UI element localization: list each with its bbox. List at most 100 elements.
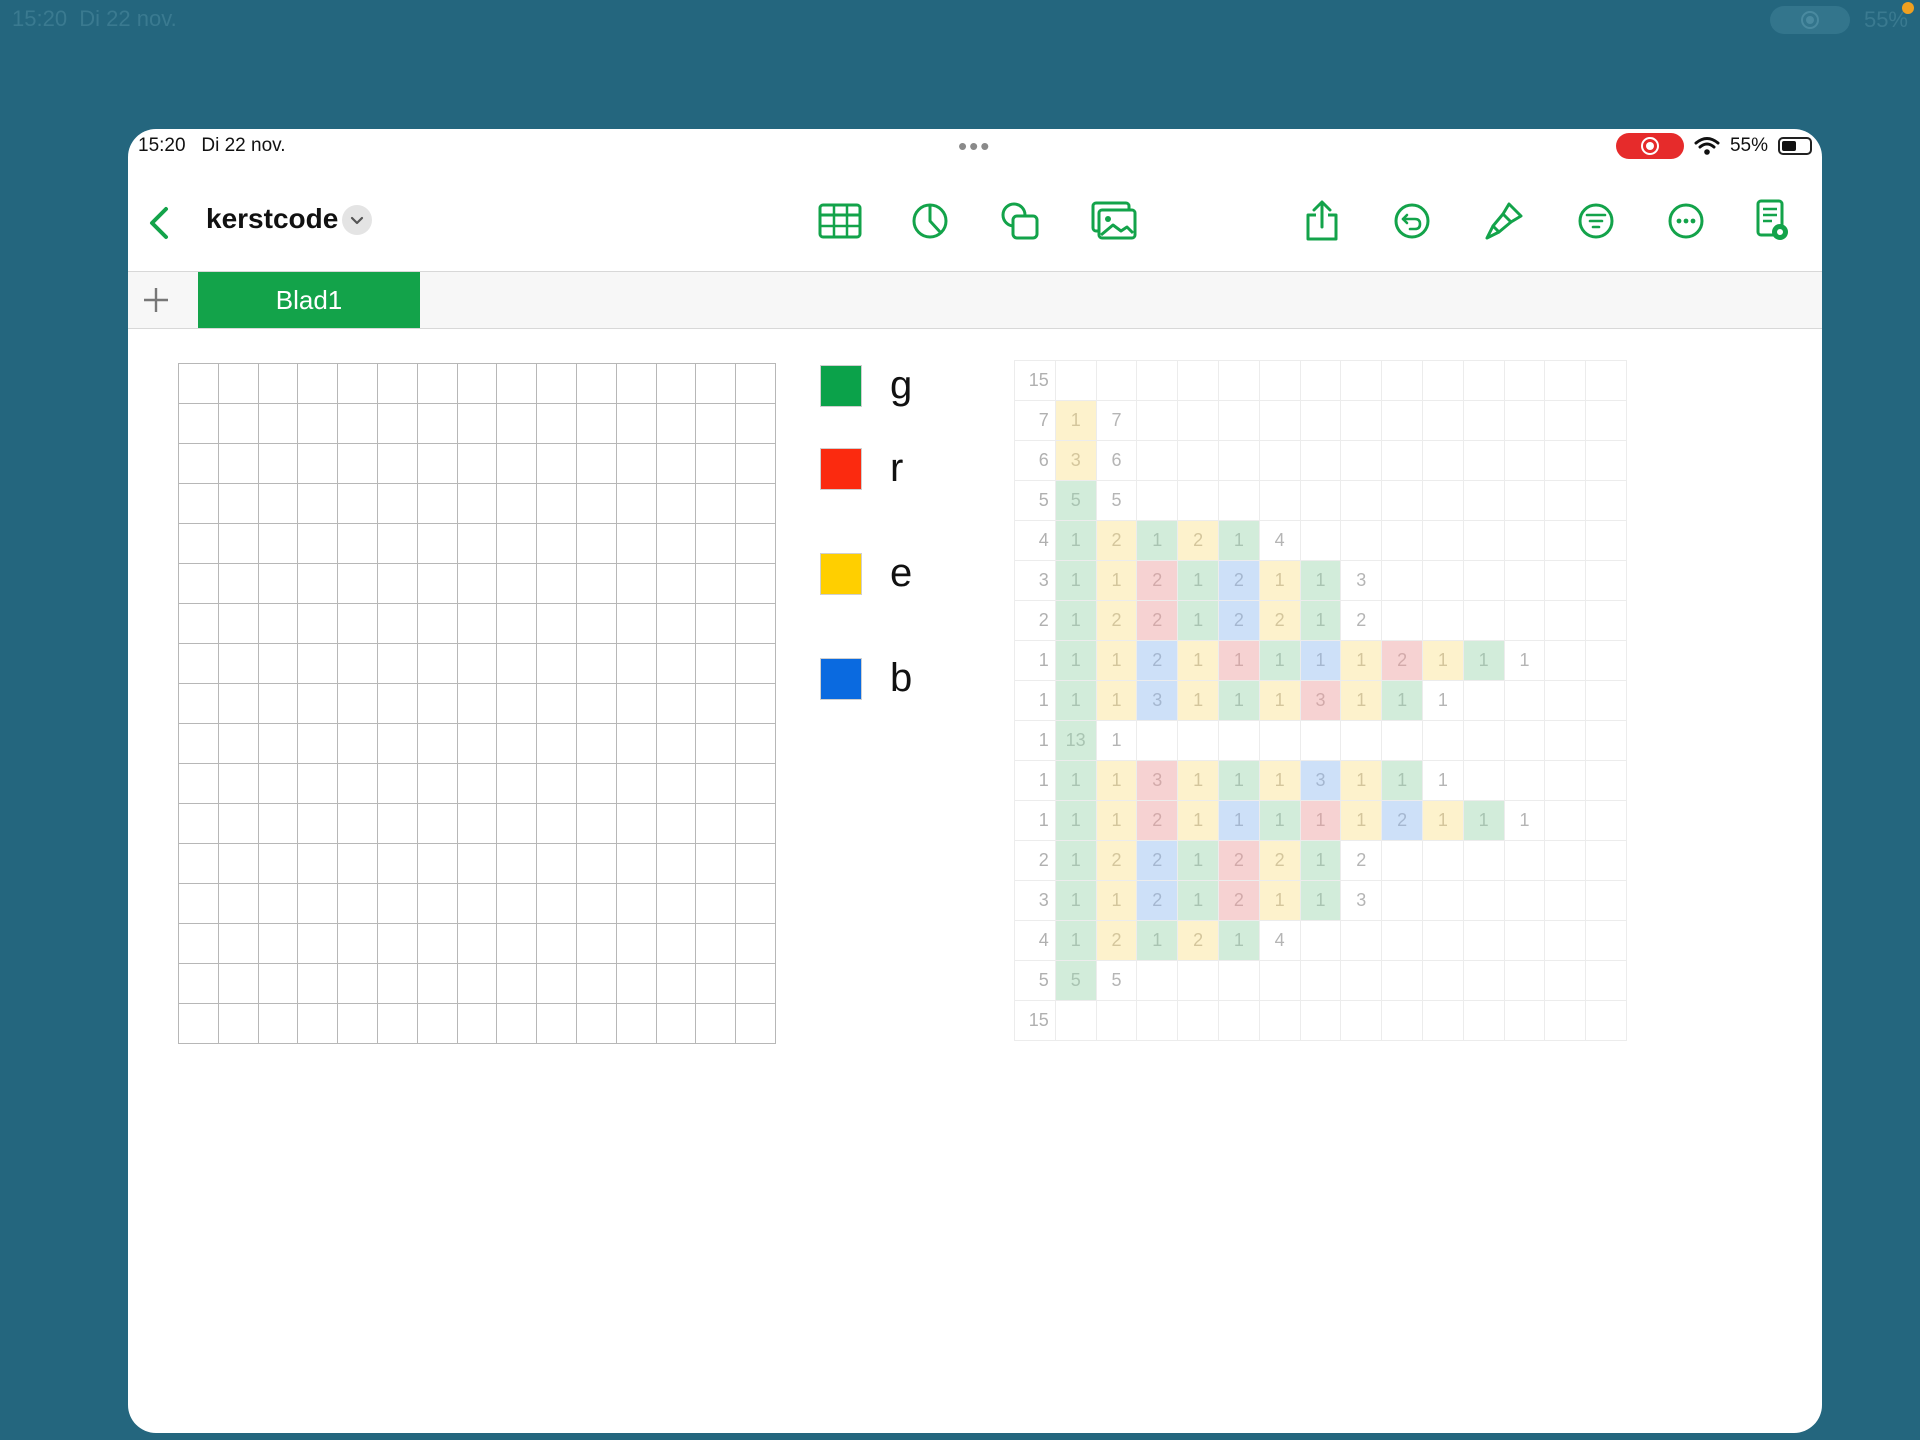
clue-cell-empty[interactable] [1177,720,1219,761]
clue-cell-e[interactable]: 2 [1095,920,1138,961]
grid-cell[interactable] [257,843,299,884]
grid-cell[interactable] [297,403,339,444]
grid-cell[interactable] [655,763,697,804]
clue-cell-empty[interactable] [1381,400,1423,441]
back-button[interactable] [144,203,176,243]
more-button[interactable] [1662,197,1710,245]
grid-cell[interactable] [615,483,657,524]
grid-cell[interactable] [496,723,538,764]
clue-cell-empty[interactable] [1054,1000,1097,1041]
grid-cell[interactable] [655,603,697,644]
grid-cell[interactable] [575,563,617,604]
clue-cell-empty[interactable] [1462,400,1505,441]
clue-cell-empty[interactable] [1381,880,1423,921]
grid-cell[interactable] [456,883,498,924]
clue-row-count[interactable]: 3 [1014,560,1056,601]
grid-cell[interactable] [536,763,577,804]
clue-cell-total[interactable]: 1 [1503,800,1546,841]
clue-cell-e[interactable]: 1 [1340,640,1383,681]
clue-cell-empty[interactable] [1258,360,1301,401]
clue-row-count[interactable]: 5 [1014,960,1056,1001]
grid-cell[interactable] [615,523,657,564]
clue-cell-empty[interactable] [1462,440,1505,481]
grid-cell[interactable] [575,923,617,964]
grid-cell[interactable] [297,643,339,684]
grid-cell[interactable] [735,843,776,884]
clue-cell-e[interactable]: 1 [1421,640,1464,681]
grid-cell[interactable] [416,523,458,564]
clue-cell-g[interactable]: 1 [1258,800,1301,841]
grid-cell[interactable] [337,963,378,1004]
grid-cell[interactable] [416,683,458,724]
grid-cell[interactable] [735,803,776,844]
grid-cell[interactable] [735,563,776,604]
clue-cell-e[interactable]: 1 [1340,800,1383,841]
chart-button[interactable] [906,197,954,245]
grid-cell[interactable] [456,483,498,524]
grid-cell[interactable] [257,1003,299,1044]
grid-cell[interactable] [456,603,498,644]
clue-cell-empty[interactable] [1299,720,1342,761]
clue-cell-empty[interactable] [1585,600,1627,641]
clue-cell-g[interactable]: 1 [1054,520,1097,561]
clue-row-count[interactable]: 15 [1014,1000,1056,1041]
clue-cell-g[interactable]: 1 [1054,640,1097,681]
clue-cell-empty[interactable] [1544,840,1587,881]
clue-cell-b[interactable]: 1 [1217,800,1260,841]
clue-cell-b[interactable]: 2 [1136,880,1179,921]
clue-cell-b[interactable]: 2 [1381,800,1423,841]
tab-blad1[interactable]: Blad1 [198,272,420,328]
clue-cell-empty[interactable] [1544,920,1587,961]
clue-cell-empty[interactable] [1299,360,1342,401]
grid-cell[interactable] [536,363,577,404]
grid-cell[interactable] [695,1003,737,1044]
clue-cell-g[interactable]: 1 [1054,800,1097,841]
grid-cell[interactable] [337,403,378,444]
clue-cell-empty[interactable] [1585,760,1627,801]
grid-cell[interactable] [536,843,577,884]
grid-cell[interactable] [178,603,219,644]
grid-cell[interactable] [337,883,378,924]
clue-cell-r[interactable]: 1 [1299,800,1342,841]
grid-cell[interactable] [655,683,697,724]
grid-cell[interactable] [456,843,498,884]
grid-cell[interactable] [416,443,458,484]
clue-cell-g[interactable]: 1 [1177,840,1219,881]
grid-cell[interactable] [575,803,617,844]
clue-cell-empty[interactable] [1217,440,1260,481]
grid-cell[interactable] [575,483,617,524]
grid-cell[interactable] [376,563,418,604]
grid-cell[interactable] [735,363,776,404]
grid-cell[interactable] [416,963,458,1004]
clue-cell-empty[interactable] [1381,520,1423,561]
clue-cell-e[interactable]: 2 [1095,840,1138,881]
clue-cell-empty[interactable] [1544,520,1587,561]
grid-cell[interactable] [496,923,538,964]
clue-cell-total[interactable]: 1 [1421,760,1464,801]
clue-cell-g[interactable]: 1 [1217,520,1260,561]
grid-cell[interactable] [337,563,378,604]
clue-cell-g[interactable]: 1 [1177,880,1219,921]
clue-cell-e[interactable]: 1 [1095,560,1138,601]
grid-cell[interactable] [416,563,458,604]
grid-cell[interactable] [337,803,378,844]
clue-cell-empty[interactable] [1462,720,1505,761]
clue-cell-empty[interactable] [1544,880,1587,921]
clue-cell-b[interactable]: 2 [1217,560,1260,601]
clue-cell-empty[interactable] [1136,440,1179,481]
grid-cell[interactable] [416,923,458,964]
clue-cell-e[interactable]: 2 [1258,600,1301,641]
grid-cell[interactable] [456,403,498,444]
clue-cell-empty[interactable] [1503,560,1546,601]
clue-cell-g[interactable]: 5 [1054,960,1097,1001]
grid-cell[interactable] [456,1003,498,1044]
grid-cell[interactable] [337,723,378,764]
clue-cell-e[interactable]: 1 [1054,400,1097,441]
grid-cell[interactable] [496,563,538,604]
clue-cell-empty[interactable] [1462,960,1505,1001]
grid-cell[interactable] [615,843,657,884]
grid-cell[interactable] [536,643,577,684]
clue-cell-empty[interactable] [1381,840,1423,881]
grid-cell[interactable] [376,483,418,524]
grid-cell[interactable] [655,803,697,844]
